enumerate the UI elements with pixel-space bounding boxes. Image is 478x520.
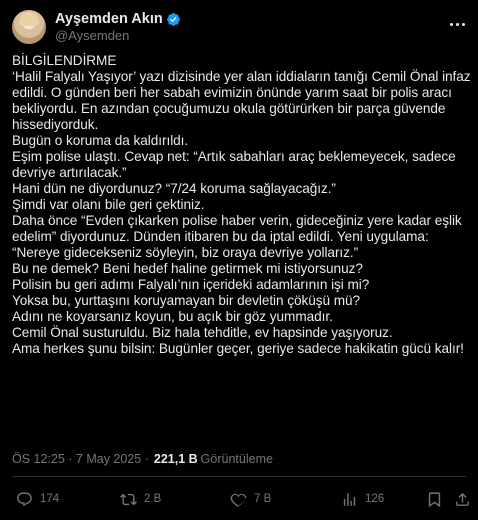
- bookmark-button[interactable]: [426, 491, 443, 508]
- tweet-line: Hani dün ne diyordunuz? “7/24 koruma sağ…: [12, 181, 336, 196]
- share-button[interactable]: [454, 491, 471, 508]
- reply-button[interactable]: 174: [16, 491, 59, 508]
- tweet-line: BİLGİLENDİRME: [12, 53, 117, 68]
- tweet-line: ‘Halil Falyalı Yaşıyor’ yazı dizisinde y…: [12, 69, 471, 132]
- tweet-line: Yoksa bu, yurttaşını koruyamayan bir dev…: [12, 293, 361, 308]
- tweet-text: BİLGİLENDİRME ‘Halil Falyalı Yaşıyor’ ya…: [12, 53, 472, 357]
- retweet-icon: [120, 493, 137, 505]
- tweet-line: Bu ne demek? Beni hedef haline getirmek …: [12, 261, 363, 276]
- like-count: 7 B: [254, 493, 272, 505]
- author-display-name[interactable]: Ayşemden Akın: [55, 11, 163, 28]
- tweet-line: Eşim polise ulaştı. Cevap net: “Artık sa…: [12, 149, 456, 180]
- tweet-line: Adını ne koyarsanız koyun, bu açık bir g…: [12, 309, 333, 324]
- action-bar: 174 2 B 7 B 126: [16, 489, 469, 509]
- timestamp[interactable]: ÖS 12:25 · 7 May 2025 ·: [12, 452, 149, 466]
- tweet-line: Şimdi var olanı bile geri çektiniz.: [12, 197, 205, 212]
- retweet-button[interactable]: 2 B: [120, 491, 161, 508]
- reply-icon: [17, 491, 32, 506]
- views-button[interactable]: 126: [341, 491, 384, 508]
- retweet-count: 2 B: [144, 493, 162, 505]
- tweet-card: Ayşemden Akın @Aysemden BİLGİLENDİRME ‘H…: [0, 0, 478, 520]
- divider: [12, 476, 466, 477]
- like-button[interactable]: 7 B: [230, 491, 271, 508]
- share-icon: [456, 492, 469, 506]
- tweet-line: Cemil Önal susturuldu. Biz hala tehditle…: [12, 325, 393, 340]
- verified-badge-icon: [166, 12, 181, 27]
- avatar[interactable]: [12, 10, 46, 44]
- tweet-line: Polisin bu geri adımı Falyalı’nın içerid…: [12, 277, 370, 292]
- views-count: 221,1 B: [153, 452, 198, 466]
- tweet-line: Bugün o koruma da kaldırıldı.: [12, 133, 189, 148]
- more-icon[interactable]: [446, 16, 468, 32]
- tweet-line: Daha önce “Evden çıkarken polise haber v…: [12, 213, 462, 260]
- tweet-line: Ama herkes şunu bilsin: Bugünler geçer, …: [12, 341, 464, 356]
- heart-icon: [230, 493, 247, 507]
- reply-count: 174: [40, 493, 60, 505]
- bar-chart-icon: [343, 492, 356, 506]
- author-handle[interactable]: @Aysemden: [55, 28, 181, 44]
- author-info: Ayşemden Akın @Aysemden: [55, 11, 181, 44]
- views-action-count: 126: [365, 493, 385, 505]
- bookmark-icon: [428, 491, 441, 507]
- tweet-header: Ayşemden Akın @Aysemden: [12, 10, 468, 44]
- tweet-meta: ÖS 12:25 · 7 May 2025 · 221,1 B Görüntül…: [12, 452, 273, 466]
- views-label: Görüntüleme: [200, 452, 273, 466]
- name-row: Ayşemden Akın: [55, 11, 181, 28]
